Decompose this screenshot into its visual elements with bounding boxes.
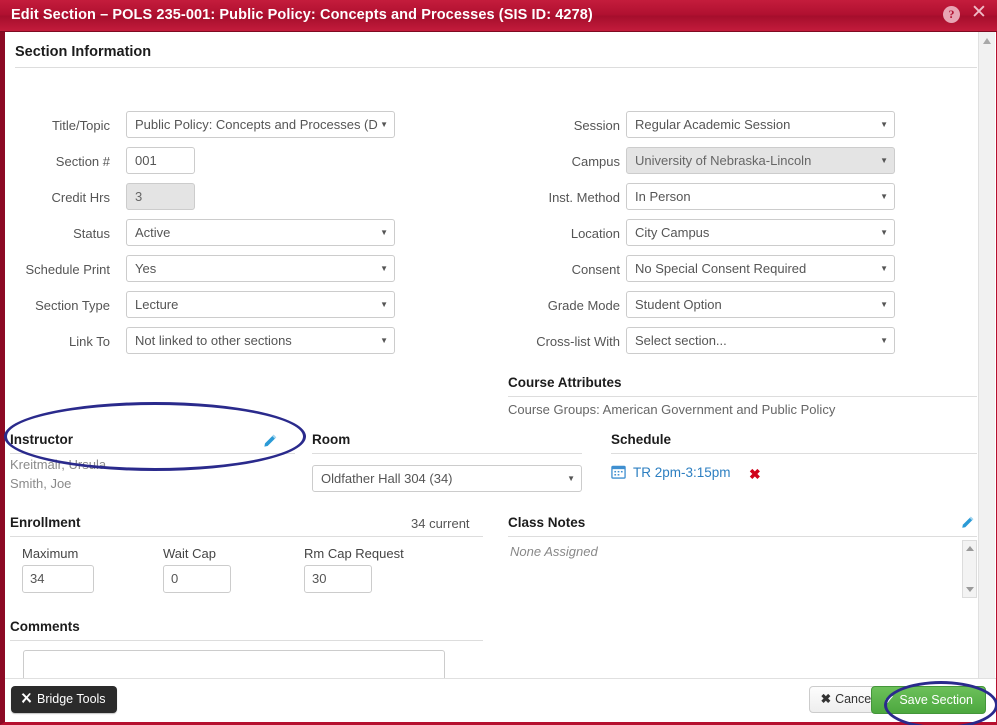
titlebar-icons: ? ✕: [943, 3, 988, 23]
scroll-down-icon[interactable]: [966, 587, 974, 592]
input-campus: University of Nebraska-Lincoln: [626, 147, 895, 174]
calendar-icon: [611, 464, 626, 484]
input-room[interactable]: Oldfather Hall 304 (34): [312, 465, 582, 492]
course-attributes-heading: Course Attributes: [508, 375, 622, 390]
comments-heading: Comments: [10, 619, 80, 634]
cancel-label: Cancel: [835, 692, 874, 706]
page-scrollbar[interactable]: [978, 32, 995, 722]
label-wait-cap: Wait Cap: [163, 546, 216, 561]
instructor-name-1: Kreitmair, Ursula: [10, 457, 107, 472]
input-maximum[interactable]: 34: [22, 565, 94, 593]
scroll-up-icon[interactable]: [983, 38, 991, 44]
enrollment-rule: [10, 536, 483, 537]
label-location: Location: [570, 226, 620, 241]
check-icon: ✔: [883, 693, 895, 707]
label-link-to: Link To: [69, 334, 110, 349]
input-cross-list-with[interactable]: Select section...: [626, 327, 895, 354]
label-session: Session: [573, 118, 620, 133]
class-notes-value: None Assigned: [510, 544, 598, 559]
label-section-number: Section #: [55, 154, 110, 169]
close-icon[interactable]: ✕: [970, 3, 988, 23]
label-schedule-print: Schedule Print: [25, 262, 110, 277]
tools-icon: [20, 688, 33, 715]
instructor-rule: [10, 453, 295, 454]
comments-rule: [10, 640, 483, 641]
section-information-rule: [15, 67, 977, 68]
dialog-titlebar: Edit Section – POLS 235-001: Public Poli…: [0, 0, 997, 32]
comments-textarea[interactable]: [23, 650, 445, 680]
enrollment-heading: Enrollment: [10, 515, 81, 530]
input-rm-cap-request[interactable]: 30: [304, 565, 372, 593]
course-attributes-rule: [508, 396, 977, 397]
input-wait-cap[interactable]: 0: [163, 565, 231, 593]
input-section-type[interactable]: Lecture: [126, 291, 395, 318]
label-status: Status: [73, 226, 110, 241]
pencil-icon[interactable]: [960, 515, 975, 535]
label-instruction-method: Inst. Method: [548, 190, 620, 205]
input-instruction-method[interactable]: In Person: [626, 183, 895, 210]
dialog-footer: Bridge Tools ✖ Cancel ✔ Save Section: [5, 678, 996, 722]
schedule-meeting-link[interactable]: TR 2pm-3:15pm: [633, 465, 731, 480]
input-grade-mode[interactable]: Student Option: [626, 291, 895, 318]
x-icon: ✖: [820, 692, 832, 706]
room-heading: Room: [312, 432, 351, 447]
pencil-icon[interactable]: [262, 433, 278, 454]
input-title-topic[interactable]: Public Policy: Concepts and Processes (D: [126, 111, 395, 138]
save-section-button[interactable]: ✔ Save Section: [870, 686, 986, 714]
label-credit-hours: Credit Hrs: [51, 190, 110, 205]
bridge-tools-label: Bridge Tools: [37, 692, 106, 706]
course-attributes-text: Course Groups: American Government and P…: [508, 402, 836, 417]
scroll-up-icon[interactable]: [966, 546, 974, 551]
label-maximum: Maximum: [22, 546, 79, 561]
input-consent[interactable]: No Special Consent Required: [626, 255, 895, 282]
instructor-name-2: Smith, Joe: [10, 476, 72, 491]
edit-section-dialog: Edit Section – POLS 235-001: Public Poli…: [0, 0, 997, 725]
enrollment-current: 34 current: [411, 516, 470, 531]
input-section-number[interactable]: 001: [126, 147, 195, 174]
input-credit-hours: 3: [126, 183, 195, 210]
class-notes-heading: Class Notes: [508, 515, 586, 530]
input-status[interactable]: Active: [126, 219, 395, 246]
class-notes-scrollbar[interactable]: [962, 540, 977, 598]
input-location[interactable]: City Campus: [626, 219, 895, 246]
label-cross-list-with: Cross-list With: [536, 334, 620, 349]
dialog-title: Edit Section – POLS 235-001: Public Poli…: [11, 7, 593, 23]
bridge-tools-button[interactable]: Bridge Tools: [11, 686, 117, 713]
dialog-frame: Section Information Title/Topic Public P…: [0, 32, 997, 725]
class-notes-rule: [508, 536, 977, 537]
label-section-type: Section Type: [35, 298, 110, 313]
label-rm-cap-request: Rm Cap Request: [304, 546, 404, 561]
instructor-heading: Instructor: [10, 432, 74, 447]
label-consent: Consent: [571, 262, 620, 277]
save-label: Save Section: [899, 693, 973, 707]
input-link-to[interactable]: Not linked to other sections: [126, 327, 395, 354]
remove-x-icon[interactable]: ✖: [749, 466, 761, 483]
dialog-content: Section Information Title/Topic Public P…: [5, 32, 977, 680]
schedule-rule: [611, 453, 977, 454]
input-schedule-print[interactable]: Yes: [126, 255, 395, 282]
label-campus: Campus: [571, 154, 620, 169]
section-information-heading: Section Information: [15, 44, 152, 60]
label-grade-mode: Grade Mode: [547, 298, 620, 313]
schedule-heading: Schedule: [611, 432, 672, 447]
question-mark-icon[interactable]: ?: [943, 5, 960, 23]
room-rule: [312, 453, 582, 454]
input-session[interactable]: Regular Academic Session: [626, 111, 895, 138]
label-title-topic: Title/Topic: [51, 118, 110, 133]
